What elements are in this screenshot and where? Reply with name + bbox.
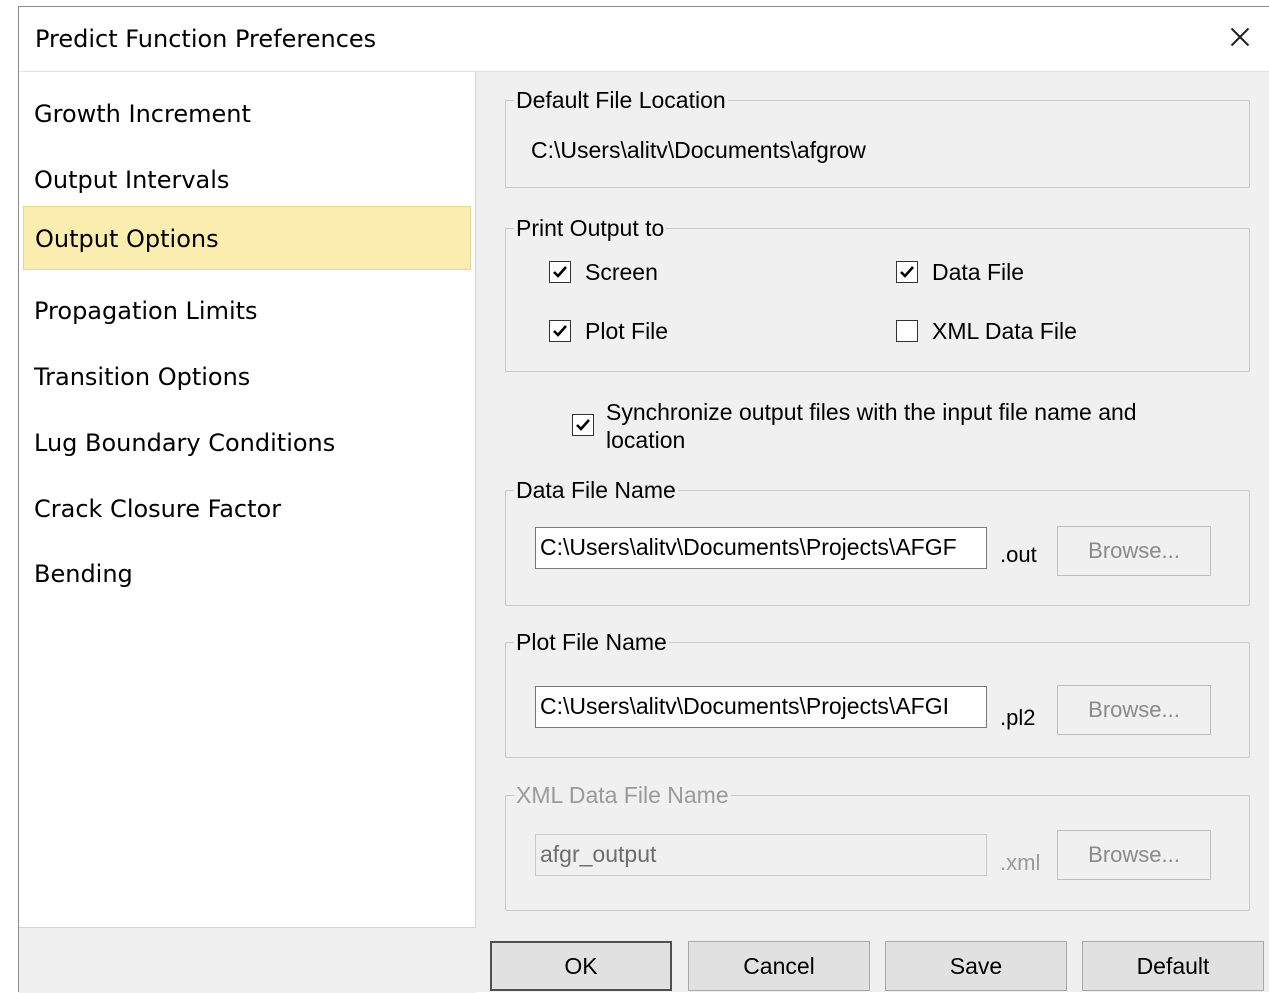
default-button[interactable]: Default bbox=[1082, 941, 1264, 991]
sidebar-item-propagation-limits[interactable]: Propagation Limits bbox=[23, 279, 471, 343]
checkmark-icon bbox=[553, 266, 567, 278]
data-file-name-group: Data File Name C:\Users\alitv\Documents\… bbox=[505, 477, 1250, 606]
plot-file-checkbox[interactable]: Plot File bbox=[549, 317, 668, 345]
checkbox-box bbox=[549, 320, 571, 342]
sidebar-item-bending[interactable]: Bending bbox=[23, 542, 471, 606]
checkbox-box bbox=[572, 414, 594, 436]
data-file-extension: .out bbox=[1000, 542, 1037, 567]
data-file-browse-button[interactable]: Browse... bbox=[1057, 526, 1211, 576]
screen-label: Screen bbox=[585, 259, 658, 285]
print-output-legend: Print Output to bbox=[514, 215, 667, 242]
checkmark-icon bbox=[576, 419, 590, 431]
default-location-legend: Default File Location bbox=[514, 87, 728, 114]
ok-button[interactable]: OK bbox=[490, 941, 672, 991]
sidebar-footer bbox=[19, 927, 476, 993]
cancel-button[interactable]: Cancel bbox=[688, 941, 870, 991]
checkbox-box bbox=[549, 261, 571, 283]
plot-file-label: Plot File bbox=[585, 318, 669, 344]
default-location-path: C:\Users\alitv\Documents\afgrow bbox=[531, 137, 866, 163]
xml-file-name-legend: XML Data File Name bbox=[514, 782, 731, 809]
checkbox-box bbox=[896, 320, 918, 342]
plot-file-extension: .pl2 bbox=[1000, 705, 1036, 730]
sidebar-item-output-intervals[interactable]: Output Intervals bbox=[23, 148, 471, 212]
data-file-checkbox[interactable]: Data File bbox=[896, 258, 1024, 286]
data-file-name-input[interactable]: C:\Users\alitv\Documents\Projects\AFGF bbox=[535, 527, 987, 569]
sidebar-item-crack-closure-factor[interactable]: Crack Closure Factor bbox=[23, 477, 471, 541]
sidebar-item-growth-increment[interactable]: Growth Increment bbox=[23, 82, 471, 146]
xml-data-file-label: XML Data File bbox=[932, 318, 1077, 344]
checkmark-icon bbox=[553, 325, 567, 337]
output-options-panel: Default File Location C:\Users\alitv\Doc… bbox=[476, 72, 1269, 992]
synchronize-label: Synchronize output files with the input … bbox=[606, 398, 1137, 454]
save-button[interactable]: Save bbox=[885, 941, 1067, 991]
xml-data-file-checkbox[interactable]: XML Data File bbox=[896, 317, 1077, 345]
checkbox-box bbox=[896, 261, 918, 283]
screen-checkbox[interactable]: Screen bbox=[549, 258, 658, 286]
data-file-name-legend: Data File Name bbox=[514, 477, 678, 504]
xml-file-browse-button[interactable]: Browse... bbox=[1057, 830, 1211, 880]
plot-file-browse-button[interactable]: Browse... bbox=[1057, 685, 1211, 735]
sidebar-item-lug-boundary-conditions[interactable]: Lug Boundary Conditions bbox=[23, 411, 471, 475]
plot-file-name-input[interactable]: C:\Users\alitv\Documents\Projects\AFGI bbox=[535, 686, 987, 728]
synchronize-label-line2: location bbox=[606, 427, 686, 453]
checkmark-icon bbox=[900, 266, 914, 278]
synchronize-checkbox[interactable]: Synchronize output files with the input … bbox=[572, 398, 1137, 454]
sidebar-item-output-options[interactable]: Output Options bbox=[23, 206, 471, 270]
xml-file-name-group: XML Data File Name afgr_output .xml Brow… bbox=[505, 782, 1250, 911]
plot-file-name-legend: Plot File Name bbox=[514, 629, 669, 656]
default-location-group: Default File Location C:\Users\alitv\Doc… bbox=[505, 87, 1250, 188]
xml-file-extension: .xml bbox=[1000, 850, 1041, 875]
print-output-group: Print Output to Screen Data File Plot Fi… bbox=[505, 215, 1250, 372]
preferences-dialog: Predict Function Preferences Growth Incr… bbox=[18, 6, 1269, 993]
data-file-label: Data File bbox=[932, 259, 1025, 285]
sidebar: Growth Increment Output Intervals Output… bbox=[19, 72, 476, 927]
xml-file-name-input[interactable]: afgr_output bbox=[535, 834, 987, 876]
title-bar: Predict Function Preferences bbox=[19, 7, 1269, 72]
synchronize-label-line1: Synchronize output files with the input … bbox=[606, 399, 1137, 425]
close-icon[interactable] bbox=[1224, 21, 1256, 53]
sidebar-item-transition-options[interactable]: Transition Options bbox=[23, 345, 471, 409]
dialog-title: Predict Function Preferences bbox=[35, 25, 377, 53]
plot-file-name-group: Plot File Name C:\Users\alitv\Documents\… bbox=[505, 629, 1250, 758]
